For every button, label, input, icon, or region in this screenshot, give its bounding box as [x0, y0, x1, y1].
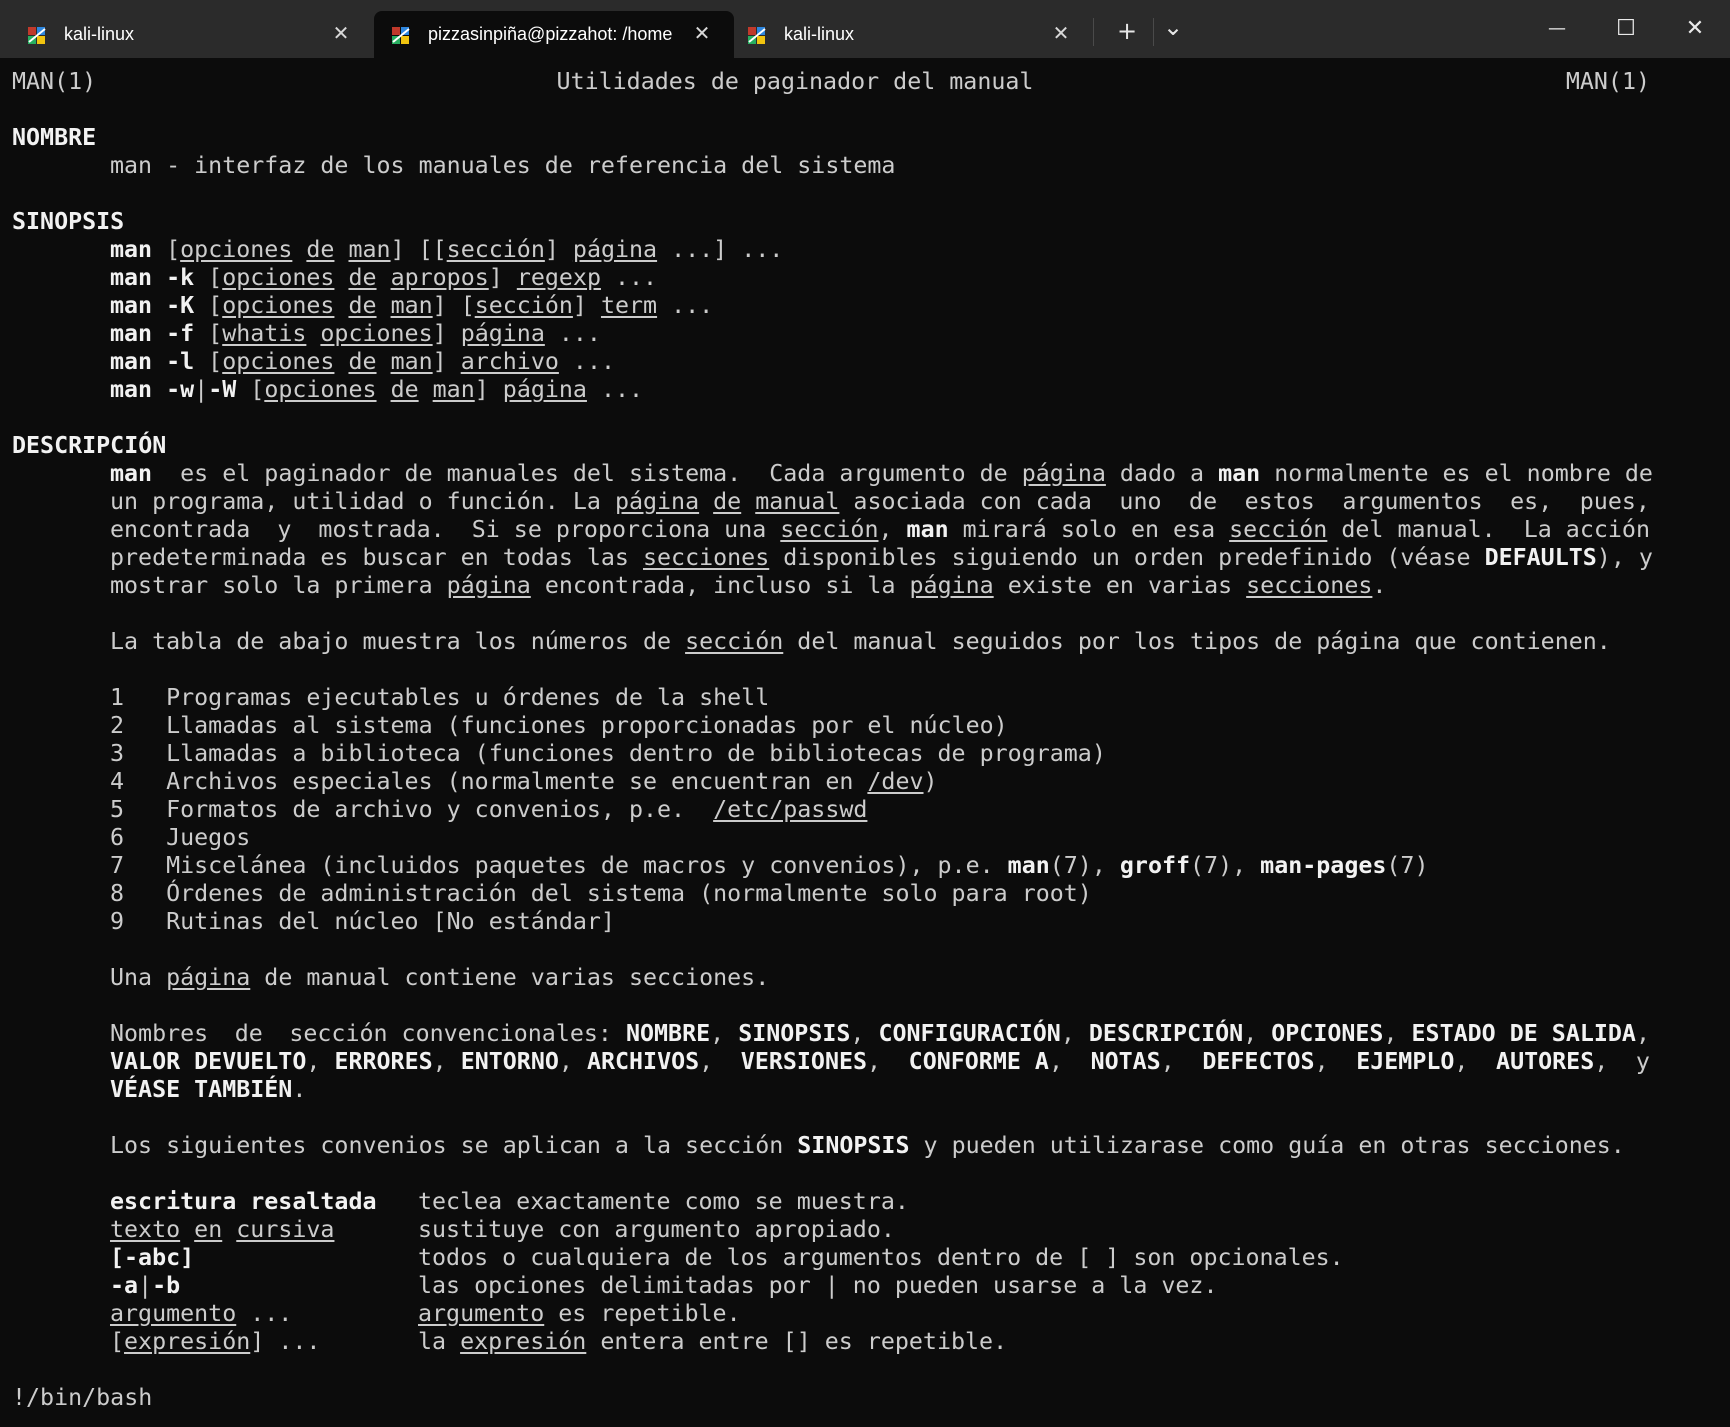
tab-label: kali-linux — [784, 24, 855, 44]
section-table-row: 1 Programas ejecutables u órdenes de la … — [110, 684, 769, 712]
section-table-row: 2 Llamadas al sistema (funciones proporc… — [110, 712, 1008, 740]
tab-kali-linux-2[interactable]: kali-linux ✕ — [730, 11, 1090, 58]
convention-term: [-abc] — [110, 1244, 195, 1271]
plus-icon[interactable]: + — [1110, 14, 1144, 48]
kali-dragon-icon — [748, 27, 766, 44]
description-line: man es el paginador de manuales del sist… — [110, 460, 1653, 487]
close-icon[interactable]: ✕ — [1048, 21, 1074, 47]
section-number: 3 — [110, 740, 125, 767]
section-number: 7 — [110, 852, 125, 879]
section-description: Rutinas del núcleo [No estándar] — [166, 908, 615, 935]
description-line: Nombres de sección convencionales: NOMBRE… — [110, 1020, 1650, 1047]
synopsis-line: man [opciones de man] [[sección] página … — [110, 236, 784, 263]
kali-dragon-icon — [392, 27, 410, 44]
section-table-row: 7 Miscelánea (incluidos paquetes de macr… — [110, 852, 1429, 879]
section-description: Formatos de archivo y convenios, p.e. — [166, 796, 714, 823]
convention-desc: sustituye con argumento apropiado. — [418, 1216, 895, 1243]
synopsis-line: man -l [opciones de man] archivo ... — [110, 348, 615, 375]
section-table-row: 8 Órdenes de administración del sistema … — [110, 880, 1092, 908]
convention-desc: todos o cualquiera de los argumentos den… — [418, 1244, 1344, 1271]
convention-term: argumento ... — [110, 1300, 293, 1327]
close-icon[interactable]: ✕ — [328, 21, 354, 47]
synopsis-line: man -K [opciones de man] [sección] term … — [110, 292, 714, 319]
pager-prompt[interactable]: !/bin/bash — [12, 1384, 152, 1412]
convention-term: -a|-b — [110, 1272, 181, 1299]
description-line: VÉASE TAMBIÉN. — [110, 1076, 307, 1103]
convention-desc: las opciones delimitadas por | no pueden… — [418, 1272, 1218, 1299]
path-link: /etc/passwd — [713, 796, 868, 823]
section-table-row: 9 Rutinas del núcleo [No estándar] — [110, 908, 615, 936]
convention-desc: teclea exactamente como se muestra. — [418, 1188, 909, 1215]
path-link: /dev — [867, 768, 924, 795]
convention-term: texto en cursiva — [110, 1216, 335, 1243]
title-bar: kali-linux ✕ pizzasinpiña@pizzahot: /hom… — [0, 0, 1730, 58]
section-heading-nombre: NOMBRE — [12, 124, 97, 151]
man-header-right: MAN(1) — [1565, 68, 1650, 95]
section-table-row: 5 Formatos de archivo y convenios, p.e. … — [110, 796, 867, 824]
section-description: Llamadas al sistema (funciones proporcio… — [166, 712, 1008, 739]
minimize-icon[interactable]: — — [1534, 8, 1580, 50]
section-description: Programas ejecutables u órdenes de la sh… — [166, 684, 770, 711]
chevron-down-icon[interactable]: ⌄ — [1156, 10, 1190, 44]
close-window-icon[interactable]: ✕ — [1672, 8, 1718, 50]
description-line: Los siguientes convenios se aplican a la… — [110, 1132, 1625, 1159]
description-line: predeterminada es buscar en todas las se… — [110, 544, 1653, 571]
section-description: Juegos — [166, 824, 251, 851]
convention-term: escritura resaltada — [110, 1188, 377, 1215]
section-number: 6 — [110, 824, 125, 851]
description-line: La tabla de abajo muestra los números de… — [110, 628, 1611, 655]
section-description: Órdenes de administración del sistema (n… — [166, 880, 1092, 907]
section-table-row: 4 Archivos especiales (normalmente se en… — [110, 768, 938, 795]
kali-dragon-icon — [28, 27, 46, 44]
section-heading-sinopsis: SINOPSIS — [12, 208, 125, 235]
tab-label: pizzasinpiña@pizzahot: /home — [428, 24, 673, 44]
section-number: 8 — [110, 880, 125, 907]
convention-desc: argumento es repetible. — [418, 1300, 741, 1327]
description-line: mostrar solo la primera página encontrad… — [110, 572, 1387, 599]
section-description: Archivos especiales (normalmente se encu… — [166, 768, 868, 795]
nombre-text: man - interfaz de los manuales de refere… — [110, 152, 896, 179]
tab-separator — [1153, 18, 1154, 46]
terminal-view[interactable]: MAN(1) Utilidades de paginador del manua… — [0, 58, 1730, 1427]
description-line: Una página de manual contiene varias sec… — [110, 964, 770, 991]
tab-label: kali-linux — [64, 24, 135, 44]
convention-term: [expresión] ... — [110, 1328, 321, 1355]
tab-separator — [1093, 18, 1094, 46]
tab-pizzasinpina[interactable]: pizzasinpiña@pizzahot: /home ✕ — [374, 11, 734, 58]
section-number: 2 — [110, 712, 125, 739]
section-number: 9 — [110, 908, 125, 935]
description-line: encontrada y mostrada. Si se proporciona u… — [110, 516, 1650, 543]
section-description: Llamadas a biblioteca (funciones dentro … — [166, 740, 1106, 767]
description-line: VALOR DEVUELTO, ERRORES, ENTORNO, ARCHIV… — [110, 1048, 1650, 1075]
section-number: 4 — [110, 768, 125, 795]
tab-kali-linux-1[interactable]: kali-linux ✕ — [10, 11, 370, 58]
section-table-row: 3 Llamadas a biblioteca (funciones dentr… — [110, 740, 1106, 768]
section-number: 1 — [110, 684, 125, 711]
man-header-title: Utilidades de paginador del manual — [556, 68, 1034, 95]
maximize-icon[interactable]: ☐ — [1603, 8, 1649, 50]
section-table-row: 6 Juegos — [110, 824, 250, 852]
synopsis-line: man -f [whatis opciones] página ... — [110, 320, 601, 347]
synopsis-line: man -w|-W [opciones de man] página ... — [110, 376, 644, 403]
section-heading-descripcion: DESCRIPCIÓN — [12, 432, 167, 459]
synopsis-line: man -k [opciones de apropos] regexp ... — [110, 264, 658, 291]
close-icon[interactable]: ✕ — [689, 21, 715, 47]
section-number: 5 — [110, 796, 125, 823]
section-description: Miscelánea (incluidos paquetes de macros… — [166, 852, 1008, 879]
convention-desc: la expresión entera entre [] es repetibl… — [418, 1328, 1008, 1355]
description-line: un programa, utilidad o función. La pági… — [110, 488, 1650, 515]
